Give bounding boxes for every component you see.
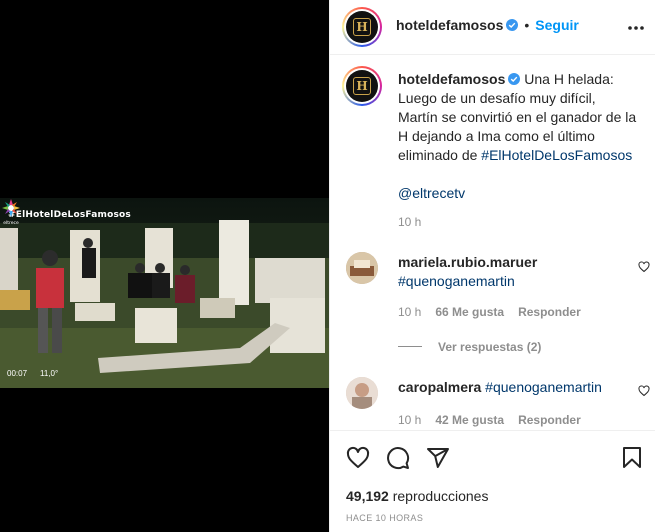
- comment-username[interactable]: mariela.rubio.maruer: [398, 253, 628, 272]
- post-actions: 49,192 reproducciones HACE 10 HORAS: [330, 430, 655, 532]
- reply-button[interactable]: Responder: [518, 413, 581, 427]
- header-separator: •: [524, 17, 530, 33]
- caption-time[interactable]: 10 h: [398, 215, 421, 229]
- comment-likes[interactable]: 66 Me gusta: [435, 305, 504, 319]
- comment-time[interactable]: 10 h: [398, 413, 421, 427]
- video-temperature: 11,0°: [40, 369, 59, 378]
- caption-username[interactable]: hoteldefamosos: [398, 71, 505, 87]
- caption-hashtag[interactable]: #ElHotelDeLosFamosos: [481, 147, 632, 163]
- post-media[interactable]: #ElHotelDeLosFamosos eltrece 00:07 11,0°: [0, 0, 329, 532]
- view-replies-label[interactable]: Ver respuestas (2): [438, 340, 541, 354]
- post-caption: hoteldefamosos Una H helada: Luego de un…: [398, 70, 638, 203]
- comment-username[interactable]: caropalmera: [398, 379, 481, 395]
- post-header: H hoteldefamosos • Seguir: [330, 0, 655, 55]
- channel-logo-icon: eltrece: [2, 199, 20, 226]
- caption-mention[interactable]: @eltrecetv: [398, 184, 638, 203]
- header-username[interactable]: hoteldefamosos: [396, 17, 503, 33]
- avatar-letter: H: [353, 18, 371, 36]
- heart-icon[interactable]: [346, 446, 370, 470]
- comment-meta: 10 h 66 Me gusta Responder: [398, 305, 581, 319]
- comments-section: H hoteldefamosos Una H helada: Luego de …: [330, 55, 655, 430]
- reply-button[interactable]: Responder: [518, 305, 581, 319]
- views-number: 49,192: [346, 488, 389, 504]
- video-clock: 00:07: [7, 369, 28, 378]
- comment-avatar-image: [346, 252, 378, 284]
- post-time-ago[interactable]: HACE 10 HORAS: [346, 513, 423, 523]
- post-panel: H hoteldefamosos • Seguir H hoteldefamosos…: [329, 0, 655, 532]
- video-hashtag-overlay: #ElHotelDeLosFamosos: [8, 210, 131, 220]
- comment-item: caropalmera #quenoganemartin: [398, 378, 628, 397]
- caption-avatar-letter: H: [353, 77, 371, 95]
- video-frame[interactable]: #ElHotelDeLosFamosos eltrece 00:07 11,0°: [0, 198, 329, 388]
- more-icon[interactable]: [626, 18, 646, 38]
- video-scene: [0, 198, 329, 388]
- comment-avatar[interactable]: [346, 252, 378, 284]
- comment-like-icon[interactable]: [638, 385, 650, 397]
- comment-like-icon[interactable]: [638, 261, 650, 273]
- replies-line: [398, 346, 422, 347]
- comment-likes[interactable]: 42 Me gusta: [435, 413, 504, 427]
- comment-hashtag[interactable]: #quenoganemartin: [398, 272, 628, 291]
- comment-meta: 10 h 42 Me gusta Responder: [398, 413, 581, 427]
- comment-avatar[interactable]: [346, 377, 378, 409]
- comment-item: mariela.rubio.maruer #quenoganemartin: [398, 253, 628, 291]
- comment-avatar-image: [346, 377, 378, 409]
- verified-badge-icon: [508, 73, 521, 85]
- views-count[interactable]: 49,192 reproducciones: [346, 488, 488, 504]
- comment-time[interactable]: 10 h: [398, 305, 421, 319]
- share-icon[interactable]: [426, 446, 450, 470]
- follow-button[interactable]: Seguir: [535, 17, 579, 33]
- bookmark-icon[interactable]: [620, 446, 644, 470]
- channel-name: eltrece: [3, 220, 19, 226]
- comment-hashtag[interactable]: #quenoganemartin: [485, 379, 602, 395]
- view-replies[interactable]: Ver respuestas (2): [398, 340, 541, 354]
- views-label: reproducciones: [392, 488, 489, 504]
- verified-badge-icon: [506, 19, 519, 31]
- author-avatar[interactable]: H: [342, 7, 382, 47]
- caption-avatar[interactable]: H: [342, 66, 382, 106]
- comment-icon[interactable]: [386, 446, 410, 470]
